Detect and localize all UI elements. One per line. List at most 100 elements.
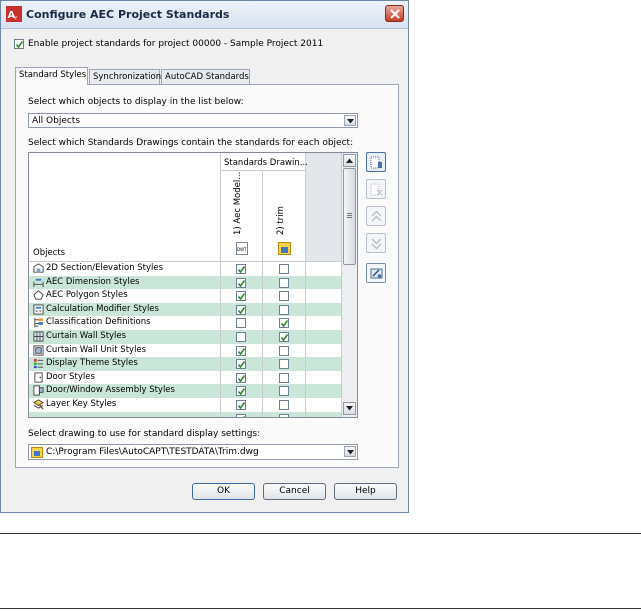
- column-separator: [305, 302, 306, 317]
- chevron-down-icon: [347, 450, 354, 455]
- objects-filter-value: All Objects: [32, 116, 81, 126]
- standards-checkbox-aec-model[interactable]: [236, 372, 246, 383]
- dropdown-button[interactable]: [344, 446, 356, 457]
- standards-checkbox-trim[interactable]: [279, 304, 289, 315]
- ok-button[interactable]: OK: [192, 483, 255, 500]
- dropdown-button[interactable]: [344, 115, 356, 126]
- column-header-aec-model[interactable]: 1) Aec Model...: [233, 172, 243, 235]
- column-separator: [262, 398, 263, 412]
- objects-filter-label: Select which objects to display in the l…: [28, 97, 244, 107]
- column-separator: [305, 398, 306, 412]
- standards-checkbox-trim[interactable]: [279, 332, 289, 342]
- objects-column-header[interactable]: Objects: [33, 248, 65, 258]
- standards-checkbox-aec-model[interactable]: [236, 386, 246, 397]
- column-separator: [220, 316, 221, 330]
- standards-checkbox-aec-model[interactable]: [236, 318, 246, 329]
- column-separator: [220, 262, 221, 276]
- standards-checkbox-aec-model[interactable]: [236, 359, 246, 370]
- table-row[interactable]: 2D Section/Elevation Styles: [29, 262, 343, 276]
- table-row[interactable]: Classification Definitions: [29, 316, 343, 330]
- table-row[interactable]: Curtain Wall Styles: [29, 330, 343, 344]
- standards-checkbox-trim[interactable]: [279, 400, 289, 410]
- door-icon: [34, 372, 43, 383]
- standards-checkbox-aec-model[interactable]: [236, 304, 246, 315]
- scroll-thumb[interactable]: [343, 168, 356, 265]
- column-separator: [262, 357, 263, 371]
- column-separator: [262, 302, 263, 317]
- display-drawing-select[interactable]: C:\Program Files\AutoCAPT\TESTDATA\Trim.…: [28, 444, 358, 460]
- remove-drawing-button[interactable]: [366, 179, 386, 199]
- table-row[interactable]: [29, 411, 343, 417]
- column-separator: [220, 357, 221, 371]
- column-header-trim[interactable]: 2) trim: [276, 206, 286, 235]
- standards-checkbox-aec-model[interactable]: [236, 332, 246, 342]
- display-drawing-label: Select drawing to use for standard displ…: [28, 429, 261, 439]
- table-row[interactable]: AEC Polygon Styles: [29, 289, 343, 303]
- classification-icon: [34, 318, 44, 328]
- cancel-button[interactable]: Cancel: [263, 483, 326, 500]
- title-bar[interactable]: A r Configure AEC Project Standards: [1, 1, 408, 29]
- column-separator: [262, 289, 263, 303]
- table-row[interactable]: AEC Dimension Styles: [29, 275, 343, 290]
- configure-aec-standards-dialog: A r Configure AEC Project Standards Enab…: [0, 0, 409, 513]
- dimension-icon: [33, 278, 44, 287]
- column-separator: [262, 330, 263, 344]
- drawing-settings-icon: [370, 268, 383, 279]
- table-row[interactable]: Display Theme Styles: [29, 357, 343, 371]
- standards-checkbox-aec-model[interactable]: [236, 291, 246, 302]
- dialog-title: Configure AEC Project Standards: [26, 8, 230, 21]
- help-button[interactable]: Help: [334, 483, 397, 500]
- section-elevation-icon: [33, 263, 44, 273]
- settings-button[interactable]: [366, 263, 386, 283]
- standards-checkbox-aec-model[interactable]: [236, 264, 246, 274]
- scroll-down-button[interactable]: [343, 402, 356, 415]
- layer-key-icon: [33, 399, 44, 410]
- table-row[interactable]: Calculation Modifier Styles: [29, 302, 343, 317]
- standards-checkbox-trim[interactable]: [279, 372, 289, 383]
- enable-standards-label: Enable project standards for project 000…: [28, 39, 324, 49]
- table-row[interactable]: Door/Window Assembly Styles: [29, 384, 343, 398]
- standards-drawings-header: Standards Drawin...: [224, 158, 308, 168]
- standards-checkbox-aec-model[interactable]: [236, 277, 246, 288]
- column-separator: [305, 316, 306, 330]
- standards-checkbox-trim[interactable]: [279, 318, 289, 329]
- standards-checkbox-aec-model[interactable]: [236, 345, 246, 356]
- standards-checkbox-trim[interactable]: [279, 413, 289, 417]
- object-name: Curtain Wall Styles: [46, 331, 127, 341]
- page-rule-bottom: [0, 608, 641, 609]
- dwt-badge: DWT: [237, 247, 247, 252]
- tab-synchronization[interactable]: Synchronization: [89, 69, 161, 84]
- check-icon: [237, 266, 246, 274]
- check-icon: [280, 320, 289, 328]
- check-icon: [237, 293, 246, 301]
- standards-checkbox-trim[interactable]: [279, 291, 289, 302]
- tab-autocad-standards[interactable]: AutoCAD Standards: [161, 69, 250, 84]
- standards-checkbox-trim[interactable]: [279, 264, 289, 274]
- table-row[interactable]: Curtain Wall Unit Styles: [29, 343, 343, 358]
- standards-checkbox-trim[interactable]: [279, 386, 289, 397]
- standards-checkbox-aec-model[interactable]: [236, 400, 246, 410]
- standards-checkbox-trim[interactable]: [279, 277, 289, 288]
- column-separator: [262, 275, 263, 290]
- enable-standards-checkbox[interactable]: [14, 39, 24, 49]
- page-rule-top: [0, 533, 641, 534]
- tab-standard-styles[interactable]: Standard Styles: [15, 67, 88, 85]
- standards-checkbox-aec-model[interactable]: [236, 413, 246, 417]
- vertical-scrollbar[interactable]: [341, 153, 357, 417]
- column-separator: [262, 411, 263, 417]
- table-row[interactable]: Layer Key Styles: [29, 398, 343, 412]
- move-down-button[interactable]: [366, 233, 386, 253]
- add-drawing-button[interactable]: [366, 152, 386, 172]
- column-separator: [305, 411, 306, 417]
- standards-checkbox-trim[interactable]: [279, 359, 289, 370]
- close-button[interactable]: [385, 5, 404, 22]
- objects-filter-select[interactable]: All Objects: [28, 113, 358, 128]
- check-icon: [237, 374, 246, 383]
- check-icon: [237, 388, 246, 396]
- table-row[interactable]: Door Styles: [29, 370, 343, 385]
- column-separator: [305, 370, 306, 385]
- column-separator: [305, 343, 306, 358]
- scroll-up-button[interactable]: [343, 154, 356, 167]
- standards-checkbox-trim[interactable]: [279, 345, 289, 356]
- move-up-button[interactable]: [366, 206, 386, 226]
